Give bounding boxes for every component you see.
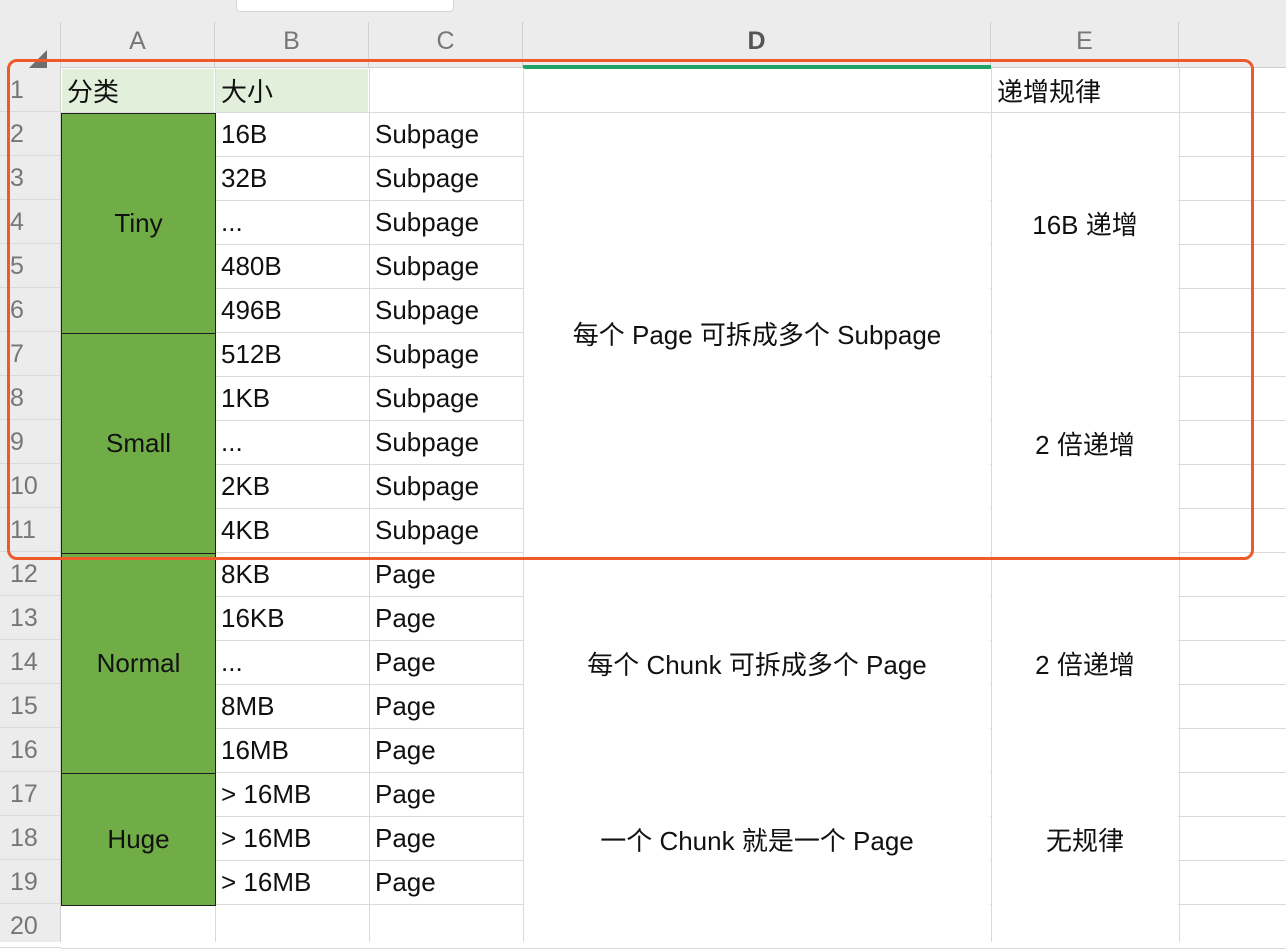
row-header-18[interactable]: 18 [0,816,61,860]
type-cell[interactable]: Page [370,597,522,640]
row-header-10[interactable]: 10 [0,464,61,508]
type-cell[interactable]: Page [370,861,522,904]
rule-cell-normal[interactable]: 2 倍递增 [992,553,1178,773]
size-cell[interactable]: ... [216,201,368,244]
type-cell[interactable]: Subpage [370,157,522,200]
type-cell[interactable]: Subpage [370,113,522,156]
row-header-2[interactable]: 2 [0,112,61,156]
description-cell-chunk[interactable]: 一个 Chunk 就是一个 Page [524,773,990,905]
row-header-14[interactable]: 14 [0,640,61,684]
type-cell[interactable]: Subpage [370,333,522,376]
category-label-small: Small [105,427,171,458]
row-header-5[interactable]: 5 [0,244,61,288]
rule-cell-small[interactable]: 2 倍递增 [992,333,1178,553]
type-cell[interactable]: Page [370,641,522,684]
size-cell[interactable]: 1KB [216,377,368,420]
column-header-c[interactable]: C [369,22,523,68]
header-rule-cell[interactable]: 递增规律 [992,69,1178,112]
size-cell[interactable]: 480B [216,245,368,288]
size-cell[interactable]: 16MB [216,729,368,772]
size-cell[interactable]: > 16MB [216,861,368,904]
row-header-3[interactable]: 3 [0,156,61,200]
column-header-a[interactable]: A [61,22,215,68]
rule-cell-huge[interactable]: 无规律 [992,773,1178,905]
column-header-f[interactable] [1179,22,1286,68]
column-header-e[interactable]: E [991,22,1179,68]
size-cell[interactable]: 2KB [216,465,368,508]
type-cell[interactable]: Page [370,685,522,728]
size-cell[interactable]: 512B [216,333,368,376]
type-cell[interactable]: Subpage [370,509,522,552]
size-cell[interactable]: 8KB [216,553,368,596]
row-header-11[interactable]: 11 [0,508,61,552]
row-header-12[interactable]: 12 [0,552,61,596]
header-size-cell[interactable]: 大小 [216,69,368,112]
row-header-13[interactable]: 13 [0,596,61,640]
row-header-15[interactable]: 15 [0,684,61,728]
row-header-16[interactable]: 16 [0,728,61,772]
row-header-1[interactable]: 1 [0,68,61,112]
column-header-b[interactable]: B [215,22,369,68]
grid-column-line [1179,68,1180,942]
type-cell[interactable]: Page [370,817,522,860]
row-header-7[interactable]: 7 [0,332,61,376]
header-category-cell[interactable]: 分类 [62,69,214,112]
category-label-huge: Huge [107,823,170,854]
type-cell[interactable]: Page [370,553,522,596]
type-cell[interactable]: Subpage [370,245,522,288]
size-cell[interactable]: 4KB [216,509,368,552]
type-cell[interactable]: Page [370,729,522,772]
row-header-6[interactable]: 6 [0,288,61,332]
size-cell[interactable]: 496B [216,289,368,332]
rule-cell-tiny[interactable]: 16B 递增 [992,113,1178,333]
row-header-4[interactable]: 4 [0,200,61,244]
top-toolbar-strip [0,0,1286,22]
select-all-corner[interactable] [0,22,61,80]
row-header-20[interactable]: 20 [0,904,61,948]
type-cell[interactable]: Subpage [370,377,522,420]
size-cell[interactable]: 16KB [216,597,368,640]
size-cell[interactable]: 16B [216,113,368,156]
size-cell[interactable]: 32B [216,157,368,200]
row-header-19[interactable]: 19 [0,860,61,904]
type-cell[interactable]: Subpage [370,421,522,464]
description-cell-subpage[interactable]: 每个 Page 可拆成多个 Subpage [524,113,990,553]
type-cell[interactable]: Subpage [370,465,522,508]
row-header-17[interactable]: 17 [0,772,61,816]
formula-tab[interactable] [236,0,454,12]
type-cell[interactable]: Subpage [370,289,522,332]
row-header-9[interactable]: 9 [0,420,61,464]
size-cell[interactable]: 8MB [216,685,368,728]
category-label-normal: Normal [96,647,181,678]
description-cell-page[interactable]: 每个 Chunk 可拆成多个 Page [524,553,990,773]
size-cell[interactable]: ... [216,421,368,464]
row-header-8[interactable]: 8 [0,376,61,420]
type-cell[interactable]: Page [370,773,522,816]
size-cell[interactable]: > 16MB [216,817,368,860]
size-cell[interactable]: > 16MB [216,773,368,816]
column-header-d[interactable]: D [523,22,991,68]
active-column-indicator [523,65,991,69]
category-label-tiny: Tiny [114,207,163,238]
size-cell[interactable]: ... [216,641,368,684]
type-cell[interactable]: Subpage [370,201,522,244]
